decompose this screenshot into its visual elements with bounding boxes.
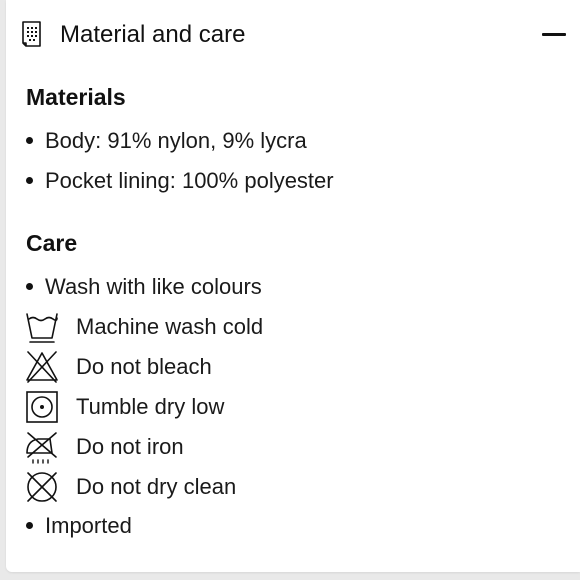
document-icon [22,21,41,47]
material-item-label: Pocket lining: 100% polyester [45,168,334,193]
materials-heading: Materials [26,84,126,110]
do-not-dry-clean-icon [27,472,57,502]
do-not-iron-icon [26,432,57,464]
material-item-label: Body: 91% nylon, 9% lycra [45,128,307,153]
care-symbol-label: Do not bleach [76,354,212,379]
material-item: Body: 91% nylon, 9% lycra [26,126,307,156]
care-symbol-label: Do not iron [76,434,184,459]
bullet-icon [26,521,33,529]
do-not-bleach-icon [26,351,58,383]
bullet-icon [26,176,33,184]
material-item: Pocket lining: 100% polyester [26,166,334,196]
care-bullet-label: Wash with like colours [45,274,262,299]
care-symbol-label: Tumble dry low [76,394,225,419]
bullet-icon [26,282,33,290]
accordion-title: Material and care [60,21,246,48]
care-bullet-item: Imported [26,511,132,541]
material-care-panel: Material and care Materials Body: 91% ny… [6,0,580,572]
minus-icon [542,33,566,36]
care-symbol-label: Do not dry clean [76,474,237,499]
tumble-dry-low-icon [26,391,58,423]
care-symbol-label: Machine wash cold [76,314,264,339]
collapse-button[interactable] [538,18,572,50]
care-heading: Care [26,230,78,256]
accordion-header[interactable]: Material and care [6,0,580,68]
care-bullet-label: Imported [45,513,132,538]
bullet-icon [26,136,33,144]
machine-wash-cold-icon [26,313,58,343]
care-bullet-item: Wash with like colours [26,272,262,302]
